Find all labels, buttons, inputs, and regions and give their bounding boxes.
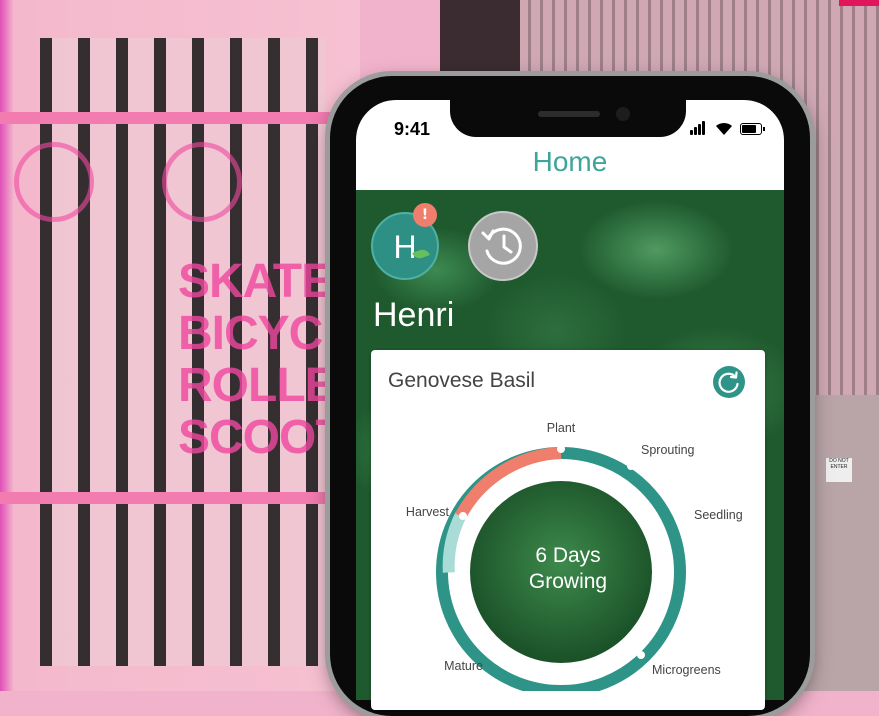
stage-label-plant: Plant: [547, 421, 576, 435]
stage-label-microgreens: Microgreens: [652, 663, 721, 677]
plant-card-title: Genovese Basil: [388, 369, 536, 392]
days-growing-label: Growing: [529, 570, 607, 593]
phone-camera: [616, 107, 630, 121]
bicycle-sign-icon: [162, 142, 242, 222]
status-time: 9:41: [394, 119, 431, 139]
stage-label-mature: Mature: [444, 659, 483, 673]
growth-cycle-ring: Plant Sprouting Seedling Microgreens Mat…: [406, 421, 743, 691]
pink-band-top: [0, 112, 360, 124]
stage-label-harvest: Harvest: [406, 505, 450, 519]
signal-icon: [690, 121, 708, 135]
stage-label-sprouting: Sprouting: [641, 443, 695, 457]
phone-speaker: [538, 111, 600, 117]
battery-icon: [740, 123, 765, 135]
history-clock-icon: [481, 227, 522, 265]
stage-dot: [627, 462, 635, 470]
refresh-button[interactable]: [713, 366, 745, 398]
wifi-icon: [716, 122, 732, 135]
sign-text-line: BICYCL: [178, 307, 352, 360]
stage-dot: [678, 513, 686, 521]
stage-dot: [459, 512, 467, 520]
history-button[interactable]: [468, 211, 538, 281]
page-title: Home: [532, 146, 608, 177]
refresh-icon: [718, 371, 739, 393]
pink-band-bottom: [0, 492, 360, 504]
stage-label-seedling: Seedling: [694, 508, 743, 522]
stage-dot: [491, 653, 499, 661]
alert-badge[interactable]: !: [413, 203, 437, 227]
stage-dot: [557, 445, 565, 453]
stage-dot: [637, 651, 645, 659]
status-icons: [690, 121, 774, 137]
phone-notch: [450, 97, 686, 137]
no-bike-sign-icon: [14, 142, 94, 222]
user-name: Henri: [373, 296, 455, 334]
top-accent-bar: [839, 0, 879, 6]
days-growing-count: 6 Days: [535, 544, 600, 567]
do-not-enter-sign: DO NOT ENTER: [826, 458, 852, 482]
